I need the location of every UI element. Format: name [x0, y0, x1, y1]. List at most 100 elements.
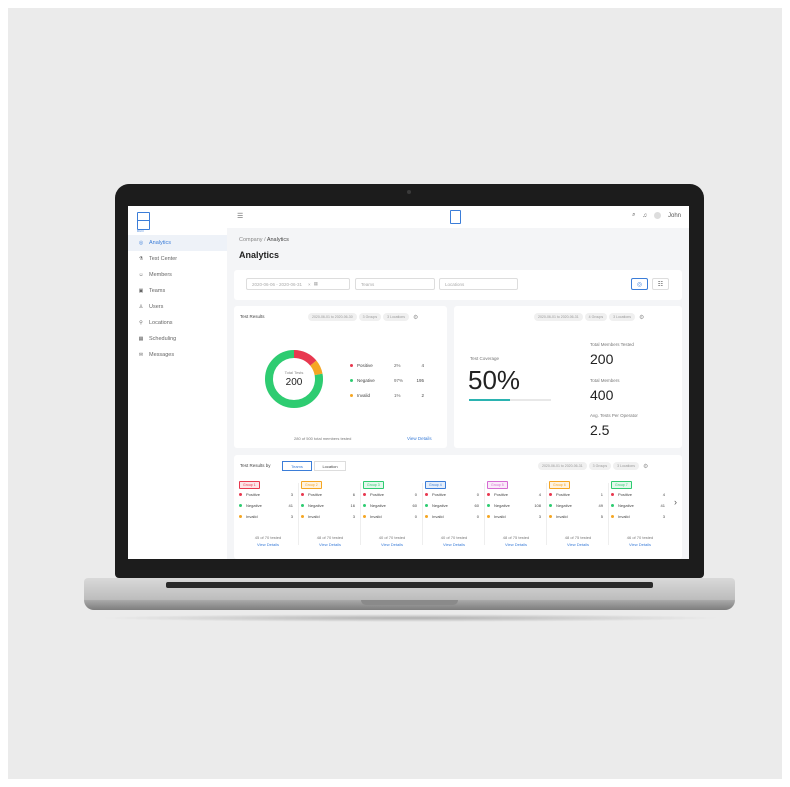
legend-percent: 97% [394, 378, 404, 383]
sidebar-item-test-center[interactable]: ⚗ Test Center [128, 251, 227, 267]
group-positive-row: Positive 0 [363, 489, 421, 500]
group-positive-row: Positive 4 [611, 489, 669, 500]
legend-row: Invalid 1% 2 [350, 388, 424, 403]
invalid-count: 3 [662, 514, 665, 519]
background: DUO ◎ Analytics ⚗ Test Center ☺ Members ▣ Teams… [8, 8, 782, 779]
sidebar-item-label: Scheduling [149, 336, 177, 342]
hamburger-menu-icon[interactable]: ☰ [237, 212, 243, 220]
page-title: Analytics [239, 250, 280, 260]
date-pill[interactable]: 2020-06-01 to 2020-06-30 [308, 313, 357, 321]
invalid-label: Invalid [370, 514, 382, 519]
legend-dot [350, 364, 353, 367]
negative-label: Negative [432, 503, 448, 508]
filter-bar: 2020-06-06 - 2020-06-31 × ▦ Teams Locati… [234, 270, 682, 300]
invalid-label: Invalid [246, 514, 258, 519]
sidebar-item-members[interactable]: ☺ Members [128, 267, 227, 283]
test-results-card: Test Results 2020-06-01 to 2020-06-30 3 … [234, 306, 447, 448]
invalid-dot [611, 515, 614, 518]
group-column: Group 7 Positive 4 Negative 41 Invalid 3 46 of … [611, 481, 669, 553]
sidebar: DUO ◎ Analytics ⚗ Test Center ☺ Members ▣ Teams… [128, 206, 228, 559]
user-name[interactable]: John [668, 213, 681, 219]
avatar[interactable] [653, 212, 661, 219]
invalid-dot [239, 515, 242, 518]
group-negative-row: Negative 41 [239, 500, 297, 511]
group-tested-text: 48 of 75 tested [564, 535, 592, 540]
message-icon: ✉ [138, 352, 144, 358]
group-view-details-link[interactable]: View Details [301, 542, 359, 547]
group-column: Group 4 Positive 0 Negative 60 Invalid 0 40 of … [425, 481, 483, 553]
legend-label: Negative [357, 378, 375, 383]
group-divider [422, 483, 423, 545]
group-view-details-link[interactable]: View Details [611, 542, 669, 547]
negative-dot [549, 504, 552, 507]
breadcrumb: Company / Analytics [239, 237, 289, 243]
invalid-count: 3 [352, 514, 355, 519]
group-negative-row: Negative 41 [611, 500, 669, 511]
sidebar-item-teams[interactable]: ▣ Teams [128, 283, 227, 299]
group-view-details-link[interactable]: View Details [363, 542, 421, 547]
dashboard-icon: ◎ [138, 240, 144, 246]
coverage-groups-pill[interactable]: 4 Groups [584, 313, 608, 321]
group-tag: Group 7 [611, 481, 632, 489]
topbar: ☰ ⌕ ♫ John [227, 206, 689, 229]
coverage-locations-pill[interactable]: 3 Locations [609, 313, 635, 321]
by-team-settings-icon[interactable]: ⚙ [643, 463, 648, 470]
laptop-keyboard-edge [166, 582, 653, 588]
positive-dot [487, 493, 490, 496]
chart-view-icon: ◎ [636, 281, 643, 288]
breadcrumb-root[interactable]: Company [239, 237, 263, 243]
clear-icon[interactable]: × [308, 282, 311, 287]
chevron-right-icon[interactable]: › [674, 497, 677, 507]
group-tag: Group 6 [549, 481, 570, 489]
locations-select[interactable]: Locations [439, 278, 518, 290]
settings-gear-icon[interactable]: ⚙ [413, 314, 418, 321]
bell-icon[interactable]: ♫ [642, 213, 647, 219]
by-team-groups-pill[interactable]: 3 Groups [588, 462, 612, 470]
locations-pill[interactable]: 3 Locations [383, 313, 409, 321]
teams-toggle[interactable]: Teams [282, 461, 312, 471]
sidebar-item-locations[interactable]: ⚲ Locations [128, 315, 227, 331]
chart-view-button[interactable]: ◎ [631, 278, 648, 290]
negative-count: 16 [350, 503, 355, 508]
groups-pill[interactable]: 3 Groups [358, 313, 382, 321]
legend-dot [350, 394, 353, 397]
group-view-details-link[interactable]: View Details [487, 542, 545, 547]
app-logo[interactable] [137, 212, 150, 230]
invalid-count: 0 [476, 514, 479, 519]
legend-count: 195 [416, 378, 424, 383]
sidebar-item-scheduling[interactable]: ▦ Scheduling [128, 331, 227, 347]
positive-dot [549, 493, 552, 496]
teams-select[interactable]: Teams [355, 278, 435, 290]
teams-icon: ▣ [138, 288, 144, 294]
group-column: Group 6 Positive 1 Negative 49 Invalid 5 48 of … [549, 481, 607, 553]
location-toggle[interactable]: Location [314, 461, 346, 471]
group-column: Group 5 Positive 4 Negative 108 Invalid 3 48 of… [487, 481, 545, 553]
sidebar-item-analytics[interactable]: ◎ Analytics [128, 235, 227, 251]
group-view-details-link[interactable]: View Details [239, 542, 297, 547]
view-details-link[interactable]: View Details [407, 436, 432, 441]
date-range-value: 2020-06-06 - 2020-06-31 [252, 281, 303, 287]
results-by-title: Test Results by [240, 463, 271, 468]
coverage-bar-track [469, 399, 551, 401]
positive-dot [425, 493, 428, 496]
coverage-date-pill[interactable]: 2020-06-01 to 2020-06-31 [534, 313, 583, 321]
sidebar-item-users[interactable]: ♙ Users [128, 299, 227, 315]
group-tested-text: 40 of 70 tested [378, 535, 406, 540]
negative-count: 108 [534, 503, 541, 508]
by-team-date-pill[interactable]: 2020-06-01 to 2020-06-31 [538, 462, 587, 470]
positive-label: Positive [556, 492, 571, 497]
coverage-settings-icon[interactable]: ⚙ [639, 314, 644, 321]
search-icon[interactable]: ⌕ [632, 212, 635, 219]
table-view-button[interactable]: ☷ [652, 278, 669, 290]
date-range-field[interactable]: 2020-06-06 - 2020-06-31 × ▦ [246, 278, 350, 290]
laptop-shadow [98, 614, 723, 622]
by-team-locations-pill[interactable]: 3 Locations [613, 462, 639, 470]
locations-placeholder: Locations [445, 281, 465, 287]
calendar-icon[interactable]: ▦ [314, 281, 318, 287]
group-negative-row: Negative 49 [549, 500, 607, 511]
group-view-details-link[interactable]: View Details [425, 542, 483, 547]
group-view-details-link[interactable]: View Details [549, 542, 607, 547]
negative-count: 60 [412, 503, 417, 508]
group-column: Group 2 Positive 6 Negative 16 Invalid 3 48 of … [301, 481, 359, 553]
sidebar-item-messages[interactable]: ✉ Messages [128, 347, 227, 363]
